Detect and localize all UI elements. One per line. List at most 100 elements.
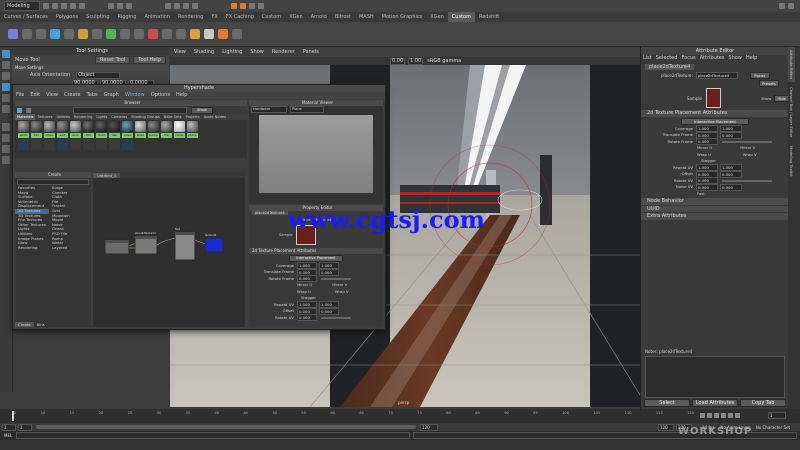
shelf-tab[interactable]: Arnold <box>307 12 331 22</box>
shelf-tab[interactable]: XGen <box>426 12 448 22</box>
pe-rotate-uv-slider[interactable] <box>321 316 351 319</box>
exposure-field[interactable]: 0.00 <box>390 57 406 65</box>
ae-node-field[interactable]: place2dTexture4 <box>695 72 738 79</box>
ae-menu-focus[interactable]: Focus <box>679 55 697 62</box>
ae-menu-show[interactable]: Show <box>726 55 744 62</box>
hypershade-icon[interactable] <box>258 3 264 9</box>
texture-icon[interactable] <box>106 29 116 39</box>
step-forward-icon[interactable] <box>728 412 733 418</box>
shelf-tab[interactable]: FX Caching <box>222 12 258 22</box>
white-material-icon[interactable] <box>204 29 214 39</box>
ae-rotate-frame-slider[interactable] <box>722 140 772 143</box>
paint-select-icon[interactable] <box>2 72 10 80</box>
renderer-dropdown[interactable]: Hardware <box>251 106 287 113</box>
viewport-menu-view[interactable]: View <box>170 49 190 55</box>
extrude-icon[interactable] <box>120 29 130 39</box>
browser-tab[interactable]: Bake Sets <box>162 114 184 120</box>
material-swatch[interactable] <box>148 121 159 132</box>
material-swatch[interactable] <box>187 121 198 132</box>
browser-search[interactable] <box>73 106 187 114</box>
undo-icon[interactable] <box>70 3 76 9</box>
ae-attr-b[interactable]: 0.000 <box>720 183 742 191</box>
viewport-menu-panels[interactable]: Panels <box>299 49 323 55</box>
step-back-icon[interactable] <box>707 412 712 418</box>
mel-label[interactable]: MEL <box>0 433 16 438</box>
orange-material-icon[interactable] <box>218 29 228 39</box>
shelf-tab[interactable]: XGen <box>285 12 307 22</box>
material-swatch[interactable] <box>135 121 146 132</box>
snap-curve-icon[interactable] <box>174 3 180 9</box>
browser-icon[interactable] <box>17 107 22 113</box>
pe-rotate-slider[interactable] <box>321 277 351 280</box>
graph-layout-icon[interactable] <box>2 156 10 164</box>
browser-tab[interactable]: Rendering <box>72 114 94 120</box>
render-settings-icon[interactable] <box>249 3 255 9</box>
go-start-icon[interactable] <box>700 412 705 418</box>
single-view-icon[interactable] <box>2 123 10 131</box>
ae-check-fast[interactable]: Fast <box>697 191 705 198</box>
material-swatch[interactable] <box>57 121 68 132</box>
shelf-tab[interactable]: Rendering <box>174 12 208 22</box>
material-swatch[interactable] <box>96 121 107 132</box>
shelf-tab[interactable]: Bifrost <box>331 12 355 22</box>
hs-menu-window[interactable]: Window <box>122 92 148 99</box>
browser-view-icon[interactable] <box>26 107 31 113</box>
pe-section-header[interactable]: 2d Texture Placement Attributes <box>249 247 383 254</box>
ae-attr-b[interactable]: 0.000 <box>720 170 742 178</box>
browser-tab-materials[interactable]: Materials <box>15 114 36 120</box>
ae-hide-button[interactable]: Hide <box>774 94 789 102</box>
texture-swatch[interactable] <box>122 138 133 150</box>
node-editor[interactable]: Untitled_1 place2dTexture4 file1 lambert… <box>93 172 245 327</box>
ae-sample-swatch[interactable] <box>706 88 722 108</box>
lasso-tool-icon[interactable] <box>2 61 10 69</box>
ae-node-tab[interactable]: place2dTexture4 <box>645 64 695 70</box>
render-icon[interactable] <box>231 3 237 9</box>
texture-swatch[interactable] <box>83 138 94 150</box>
material-swatch[interactable] <box>109 121 120 132</box>
create-torus-icon[interactable] <box>64 29 74 39</box>
ae-attr-b[interactable]: 0.000 <box>720 131 742 139</box>
four-view-icon[interactable] <box>2 134 10 142</box>
create-tab[interactable]: Create <box>15 321 34 327</box>
hypershade-shelf-icon[interactable] <box>232 29 242 39</box>
shelf-tab[interactable]: Motion Graphics <box>378 12 427 22</box>
range-inner-start-field[interactable]: 1 <box>18 423 32 431</box>
tool-help-button[interactable]: Tool Help <box>133 56 166 64</box>
hs-menu-tabs[interactable]: Tabs <box>84 92 101 99</box>
browser-tab[interactable]: Cameras <box>109 114 129 120</box>
ae-show-button[interactable]: Show <box>761 96 771 101</box>
browser-tab[interactable]: Projects <box>184 114 202 120</box>
texture-swatch[interactable] <box>70 138 81 150</box>
texture-swatch[interactable] <box>96 138 107 150</box>
pe-attr-b[interactable]: 0.000 <box>319 268 339 276</box>
pe-node-tab[interactable]: place2dTexture4 <box>252 211 288 215</box>
ae-section-header[interactable]: 2d Texture Placement Attributes <box>641 110 789 117</box>
range-start-field[interactable]: 1 <box>2 423 16 431</box>
browser-tab[interactable]: Textures <box>35 114 54 120</box>
select-component-icon[interactable] <box>126 3 132 9</box>
browser-tab[interactable]: Utilities <box>55 114 73 120</box>
texture-swatch[interactable] <box>57 138 68 150</box>
shelf-tab[interactable]: Curves / Surfaces <box>0 12 52 22</box>
browser-tab[interactable]: Shading Groups <box>129 114 162 120</box>
shelf-tab[interactable]: Animation <box>140 12 174 22</box>
new-scene-icon[interactable] <box>43 3 49 9</box>
ipr-render-icon[interactable] <box>240 3 246 9</box>
sign-in-icon[interactable] <box>779 3 785 9</box>
ae-select-button[interactable]: Select <box>644 398 690 407</box>
shelf-tab[interactable]: Rigging <box>114 12 141 22</box>
texture-swatch[interactable] <box>44 138 55 150</box>
material-preview[interactable] <box>259 115 373 193</box>
side-tab-modeling-toolkit[interactable]: Modeling Toolkit <box>788 143 795 180</box>
material-swatch[interactable] <box>174 121 185 132</box>
viewport-menu-lighting[interactable]: Lighting <box>218 49 246 55</box>
hs-menu-help[interactable]: Help <box>173 92 190 99</box>
hs-menu-view[interactable]: View <box>43 92 61 99</box>
ae-section-uuid[interactable]: UUID <box>641 205 789 212</box>
geometry-dropdown[interactable]: Plane <box>290 106 324 113</box>
ae-section-node-behavior[interactable]: Node Behavior <box>641 198 789 205</box>
select-tool-icon[interactable] <box>2 50 10 58</box>
scale-tool-icon[interactable] <box>2 105 10 113</box>
create-node[interactable]: Layered <box>49 245 89 251</box>
color-space-label[interactable]: sRGB gamma <box>427 58 461 64</box>
